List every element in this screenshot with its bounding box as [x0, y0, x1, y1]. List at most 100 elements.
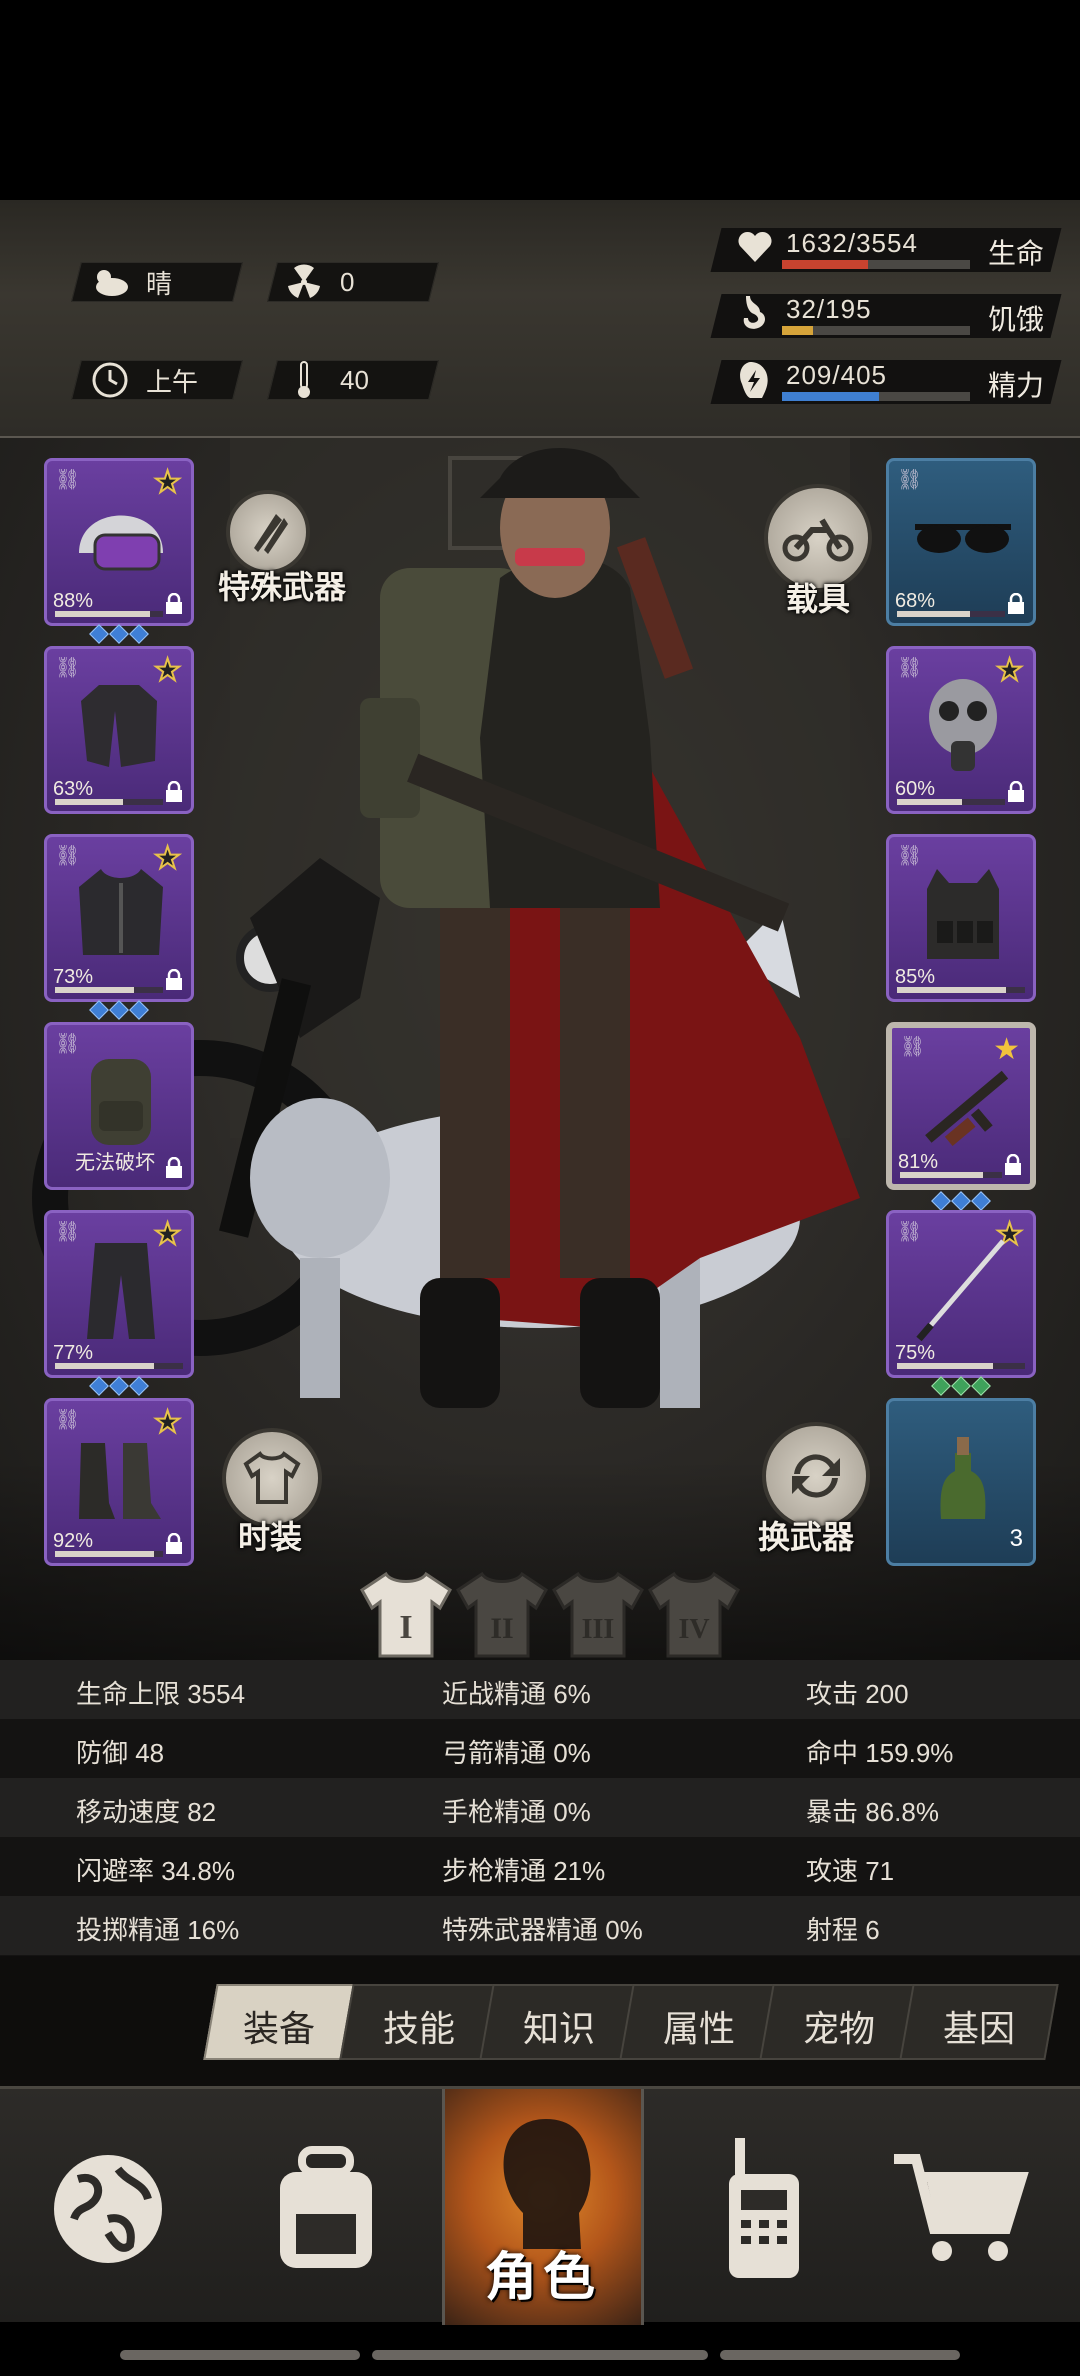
item-count: 3: [1009, 1525, 1023, 1552]
police-helmet-icon: [79, 515, 163, 571]
throwable-slot[interactable]: 3: [886, 1398, 1036, 1566]
attr-special-weapon-mastery: 特殊武器精通 0%: [442, 1915, 643, 1945]
table-row: 投掷精通 16% 特殊武器精通 0% 射程 6: [0, 1896, 1080, 1955]
health-bar-fill: [782, 260, 869, 269]
hunger-value: 32/195: [786, 294, 872, 324]
radio-icon: [729, 2138, 799, 2278]
tactical-vest-icon: [927, 869, 999, 959]
lock-icon: [1005, 1154, 1021, 1175]
durability-text: 73%: [53, 966, 94, 988]
swap-icon: [792, 1454, 840, 1498]
attr-pistol-mastery: 手枪精通 0%: [442, 1797, 591, 1827]
backpack-icon: [280, 2146, 372, 2268]
nav-radio[interactable]: [664, 2109, 864, 2309]
durability-text: 85%: [895, 966, 936, 988]
outfit-preset-1[interactable]: I: [358, 1570, 454, 1660]
jacket-icon: [79, 869, 163, 955]
thermometer-icon: [284, 360, 324, 400]
bottom-navigation: 角色: [0, 2086, 1080, 2325]
outfit-preset-3[interactable]: III: [550, 1570, 646, 1660]
switch-weapon-label: 换武器: [758, 1519, 855, 1555]
radiation-icon: [284, 262, 324, 302]
attr-rifle-mastery: 步枪精通 21%: [442, 1856, 606, 1886]
table-row: 生命上限 3554 近战精通 6% 攻击 200: [0, 1660, 1080, 1719]
lock-icon: [1008, 593, 1024, 614]
tab-knowledge-label: 知识: [522, 2008, 595, 2049]
tab-attributes-label: 属性: [662, 2008, 735, 2049]
lock-icon: [1008, 781, 1024, 802]
attr-throw-mastery: 投掷精通 16%: [76, 1915, 240, 1945]
attr-dodge: 闪避率 34.8%: [76, 1856, 235, 1886]
durability-text: 77%: [53, 1342, 94, 1364]
home-indicator: [720, 2350, 960, 2360]
backpack-slot[interactable]: ⛓ 无法破坏: [44, 1022, 194, 1190]
helmet-slot[interactable]: ⛓ ★ 88%: [44, 458, 194, 644]
heart-icon: [736, 228, 776, 268]
gas-mask-icon: [929, 679, 997, 771]
durability-text: 68%: [895, 590, 936, 612]
energy-value: 209/405: [786, 360, 887, 390]
outfit-preset-2-label: II: [490, 1612, 513, 1645]
status-bar-area: [0, 0, 1080, 200]
weather-label: 晴: [146, 268, 173, 299]
outfit-preset-4[interactable]: IV: [646, 1570, 742, 1660]
vest-slot[interactable]: ⛓ 85%: [886, 834, 1036, 1002]
character-scene: 特殊武器 载具 时装 换武器 ⛓ ★ 88% ⛓ ★ 63% ⛓ ★ 73% ⛓…: [0, 438, 1080, 1660]
jacket-slot[interactable]: ⛓ ★ 73%: [44, 834, 194, 1020]
globe-icon: [54, 2155, 162, 2263]
boots-icon: [79, 1443, 161, 1519]
hunger-label: 饥饿: [987, 304, 1044, 335]
sword-slot[interactable]: ⛓ ★ 75%: [886, 1210, 1036, 1396]
attr-attack: 攻击 200: [806, 1679, 909, 1709]
time-label: 上午: [146, 366, 199, 397]
katana-icon: [916, 1239, 1005, 1342]
durability-text: 60%: [895, 778, 936, 800]
tab-genes-label: 基因: [942, 2008, 1015, 2049]
gem-row: [47, 1000, 191, 1020]
radiation-value: 0: [340, 266, 355, 297]
sunglasses-icon: [915, 524, 1011, 553]
tab-skills-label: 技能: [382, 2008, 455, 2049]
attr-crit: 暴击 86.8%: [806, 1797, 939, 1827]
energy-icon: [736, 360, 776, 400]
shirt-slot[interactable]: ⛓ ★ 63%: [44, 646, 194, 814]
gem-row: [892, 1191, 1030, 1211]
outfit-preset-3-label: III: [582, 1614, 615, 1645]
motorcycle-icon: [782, 518, 854, 562]
attr-move-speed: 移动速度 82: [76, 1797, 217, 1827]
unbreakable-label: 无法破坏: [75, 1152, 155, 1174]
hunger-bar-fill: [782, 326, 813, 335]
nav-map[interactable]: [8, 2109, 208, 2309]
vehicle-label: 载具: [786, 581, 851, 617]
attr-defense: 防御 48: [76, 1738, 165, 1768]
tab-equipment-label: 装备: [242, 2008, 315, 2049]
special-weapon-label: 特殊武器: [218, 569, 347, 605]
gem-row: [889, 1376, 1033, 1396]
gas-mask-slot[interactable]: ⛓ ★ 60%: [886, 646, 1036, 814]
temperature-value: 40: [340, 364, 369, 395]
pants-slot[interactable]: ⛓ ★ 77%: [44, 1210, 194, 1396]
home-indicator: [372, 2350, 708, 2360]
glasses-slot[interactable]: ⛓ 68%: [886, 458, 1036, 626]
boots-slot[interactable]: ⛓ ★ 92%: [44, 1398, 194, 1566]
table-row: 移动速度 82 手枪精通 0% 暴击 86.8%: [0, 1778, 1080, 1837]
nav-shop[interactable]: [860, 2109, 1060, 2309]
tab-pets-label: 宠物: [802, 2008, 875, 2049]
attr-max-health: 生命上限 3554: [76, 1679, 246, 1709]
attr-accuracy: 命中 159.9%: [806, 1738, 954, 1768]
health-label: 生命: [987, 238, 1044, 269]
cart-icon: [894, 2154, 1029, 2261]
clock-icon: [90, 360, 130, 400]
lock-icon: [166, 969, 182, 990]
attr-attack-speed: 攻速 71: [806, 1856, 895, 1886]
durability-text: 63%: [53, 778, 94, 800]
gem-row: [47, 1376, 191, 1396]
table-row: 防御 48 弓箭精通 0% 命中 159.9%: [0, 1719, 1080, 1778]
durability-text: 88%: [53, 590, 94, 612]
lock-icon: [166, 1157, 182, 1178]
durability-text: 92%: [53, 1530, 94, 1552]
outfit-preset-2[interactable]: II: [454, 1570, 550, 1660]
rifle-slot[interactable]: ⛓ ★ 81%: [886, 1022, 1036, 1211]
nav-backpack[interactable]: [226, 2109, 426, 2309]
molotov-icon: [940, 1437, 986, 1519]
